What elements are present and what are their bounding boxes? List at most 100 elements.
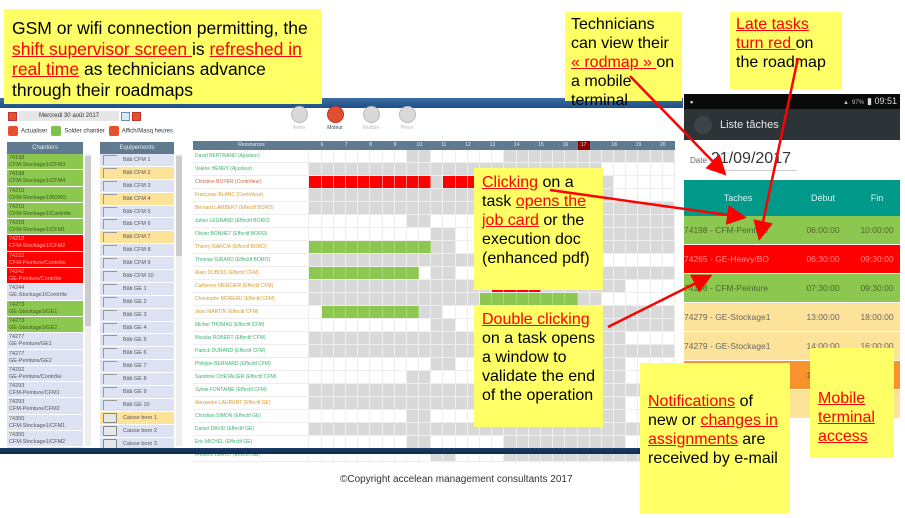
task-cell[interactable] [528,293,541,305]
task-cell[interactable] [345,267,359,279]
chantier-item[interactable]: 74210 CFM-Stockage1/BORO [7,186,83,203]
chantier-item[interactable]: 74277 GE-Peinture/GE2 [7,349,83,366]
mobile-task-row[interactable]: 74198 - CFM-Peinture 07:30:00 09:30:00 [684,274,900,303]
task-cell[interactable] [553,293,566,305]
chantier-item[interactable]: 74244 GE-Stockage1/Contrôle [7,284,83,301]
task-cell[interactable] [419,241,432,253]
equipement-item[interactable]: Bâti GE 1 [100,282,174,296]
task-cell[interactable] [358,306,371,318]
refresh-button[interactable]: Actualiser [8,126,47,136]
task-cell-late[interactable] [382,176,395,188]
task-cell[interactable] [345,306,359,318]
equipement-item[interactable]: Bâti CFM 7 [100,231,174,245]
task-cell[interactable] [370,267,383,279]
task-cell-late[interactable] [333,176,346,188]
task-cell[interactable] [492,293,505,305]
task-cell[interactable] [540,293,554,305]
chantier-item[interactable]: 74222 CFM-Peinture/Contrôle [7,251,83,269]
task-cell[interactable] [406,241,420,253]
chantier-item[interactable]: 74198 CFM-Stockage1/CFM4 [7,170,83,187]
chantier-item[interactable]: 74210 CFM-Stockage1/Contrôle [7,202,83,220]
task-cell[interactable] [382,241,395,253]
toggle-hours-button[interactable]: Affich/Masq heures [108,126,173,136]
task-cell[interactable] [321,267,334,279]
task-cell[interactable] [370,241,383,253]
task-cell-late[interactable] [406,176,420,188]
task-cell-late[interactable] [370,176,383,188]
mobile-task-row[interactable]: 74265 - GE-Heavy/BO 06:30:00 09:30:00 [684,245,900,274]
prev-day-button[interactable] [8,111,17,121]
chantier-item[interactable]: 74293 CFM-Peinture/CFM2 [7,398,83,415]
task-cell-late[interactable] [345,176,359,188]
chantier-item[interactable]: 74300 CFM-Stockage1/CFM2 [7,431,83,448]
equipement-item[interactable]: Bâti CFM 2 [100,166,174,180]
calendar-icon[interactable] [121,111,130,121]
next-day-button[interactable] [132,111,141,121]
chantier-item[interactable]: 74273 GE-Stockage1/GE2 [7,316,83,334]
chantier-item[interactable]: 74273 GE-Stockage1/GE1 [7,300,83,317]
back-icon[interactable] [694,115,712,134]
task-cell-late[interactable] [394,176,407,188]
task-cell[interactable] [504,293,517,305]
equipement-item[interactable]: Caisse boro 1 [100,411,174,425]
chantier-item[interactable]: 74292 GE-Peinture/Contrôle [7,365,83,383]
task-cell-late[interactable] [443,176,456,188]
filter-module[interactable]: Module [360,106,382,131]
chantier-item[interactable]: 74218 CFM-Stockage1/CFM1 [7,219,83,236]
task-cell[interactable] [394,267,407,279]
equipements-scrollbar[interactable] [176,154,182,446]
task-cell[interactable] [370,306,383,318]
task-cell-late[interactable] [358,176,371,188]
close-site-button[interactable]: Solder chantier [51,126,105,136]
task-cell[interactable] [309,267,322,279]
task-cell[interactable] [394,306,407,318]
equipement-item[interactable]: Bâti CFM 9 [100,257,174,271]
task-cell[interactable] [321,241,334,253]
equipement-item[interactable]: Bâti CFM 4 [100,192,174,206]
task-cell[interactable] [394,241,407,253]
equipement-item[interactable]: Bâti CFM 5 [100,205,174,219]
task-cell[interactable] [358,241,371,253]
equipement-item[interactable]: Bâti GE 7 [100,360,174,374]
task-cell[interactable] [333,267,346,279]
task-cell[interactable] [382,306,395,318]
task-cell-late[interactable] [455,176,468,188]
chantiers-scrollbar[interactable] [85,154,91,446]
equipement-item[interactable]: Bâti GE 3 [100,308,174,322]
equipement-item[interactable]: Bâti GE 4 [100,321,174,335]
task-cell[interactable] [565,293,578,305]
equipement-item[interactable]: Bâti GE 10 [100,398,174,412]
task-cell[interactable] [406,306,420,318]
equipement-item[interactable]: Bâti GE 5 [100,334,174,348]
filter-moteur[interactable]: Moteur [324,106,346,131]
task-cell-late[interactable] [309,176,322,188]
mobile-task-row[interactable]: 74279 - GE-Stockage1 13:00:00 18:00:00 [684,303,900,332]
equipement-item[interactable]: Bâti CFM 1 [100,154,174,167]
task-cell-late[interactable] [321,176,334,188]
task-cell[interactable] [345,241,359,253]
date-field[interactable]: 21/09/2017 [708,150,797,171]
filter-avion[interactable]: Avion [288,106,310,131]
equipement-item[interactable]: Bâti GE 2 [100,295,174,309]
task-cell[interactable] [358,267,371,279]
chantier-item[interactable]: 74300 CFM-Stockage1/CFM1 [7,414,83,432]
task-cell[interactable] [406,267,420,279]
equipement-item[interactable]: Bâti CFM 8 [100,244,174,258]
task-cell[interactable] [516,293,529,305]
chantier-item[interactable]: 74218 CFM-Stockage1/CFM2 [7,235,83,252]
task-cell[interactable] [321,306,334,318]
equipement-item[interactable]: Bâti GE 6 [100,347,174,361]
task-cell-late[interactable] [419,176,432,188]
equipement-item[interactable]: Bâti CFM 3 [100,179,174,193]
chantier-item[interactable]: 74293 CFM-Peinture/CFM1 [7,382,83,399]
equipement-item[interactable]: Bâti CFM 6 [100,218,174,232]
equipement-item[interactable]: Bâti GE 8 [100,373,174,387]
filter-piece[interactable]: Pièce [396,106,418,131]
task-cell[interactable] [333,241,346,253]
equipement-item[interactable]: Bâti GE 9 [100,386,174,399]
task-cell[interactable] [309,241,322,253]
mobile-task-row[interactable]: 74198 - CFM-Peinture 06:00:00 10:00:00 [684,216,900,245]
task-cell[interactable] [382,267,395,279]
task-cell[interactable] [333,306,346,318]
chantier-item[interactable]: 74198 CFM-Stockage1/CFM3 [7,154,83,171]
